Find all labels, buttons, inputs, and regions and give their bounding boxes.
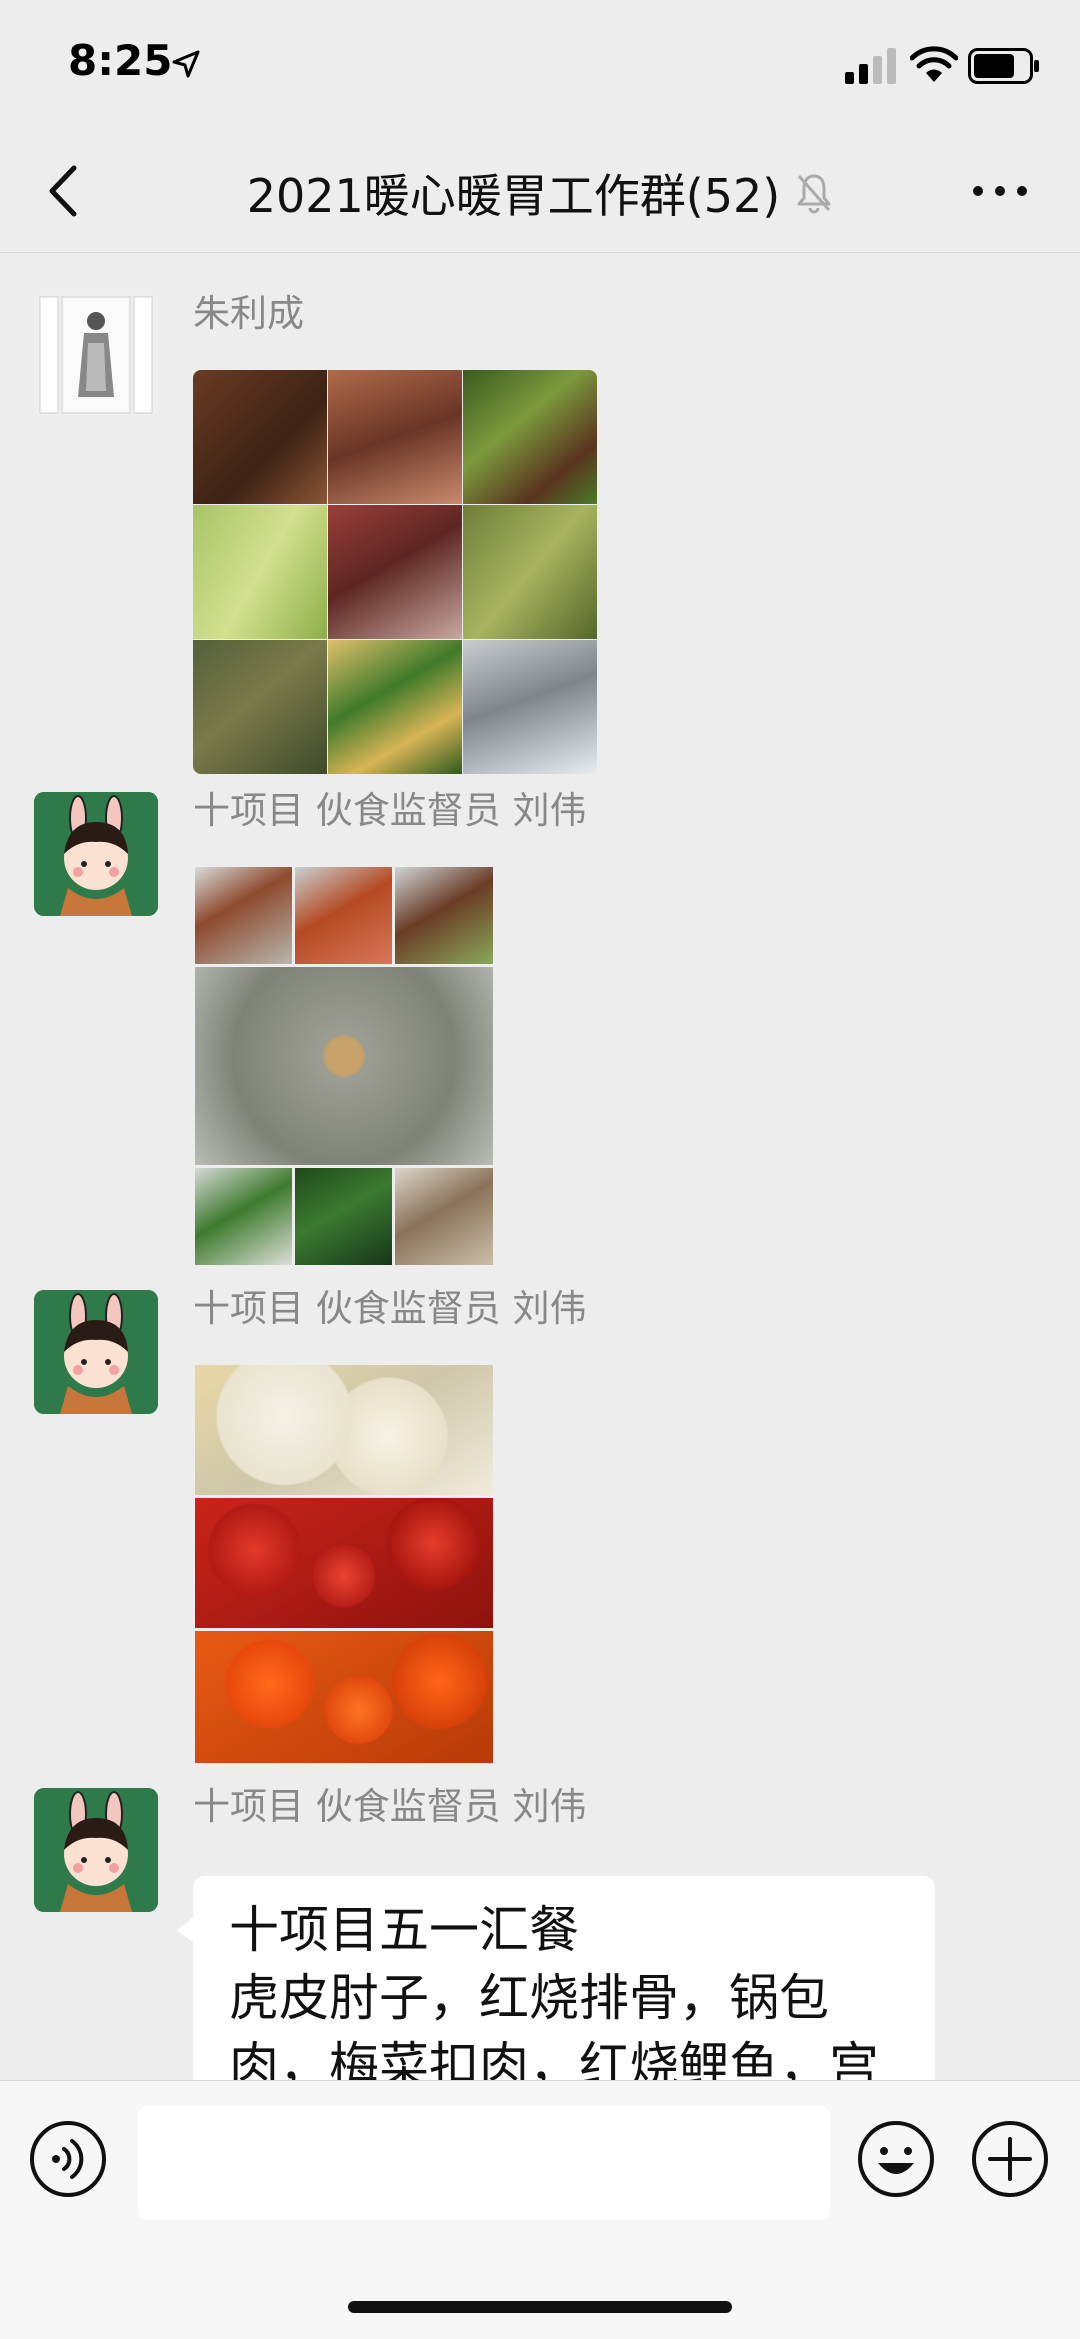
message-text: 十项目五一汇餐 虎皮肘子，红烧排骨，锅包肉，梅菜扣肉，红烧鲤鱼，宫保鸡丁，清炒木…	[229, 1901, 879, 2081]
photo-tile	[295, 867, 392, 964]
home-indicator	[348, 2301, 732, 2313]
photo-tile	[463, 640, 597, 774]
chat-title-area: 2021暖心暖胃工作群(52)	[150, 160, 930, 226]
cellular-signal-icon	[845, 48, 896, 84]
sender-name: 十项目 伙食监督员 刘伟	[193, 789, 587, 832]
avatar[interactable]	[34, 1290, 158, 1414]
photo-tile	[195, 967, 493, 1165]
battery-icon	[968, 48, 1039, 84]
photo-tile	[463, 370, 597, 504]
photo-tile	[193, 505, 327, 639]
food-photo-collage[interactable]	[195, 867, 493, 1265]
photo-tile	[328, 505, 462, 639]
text-message-bubble[interactable]: 十项目五一汇餐 虎皮肘子，红烧排骨，锅包肉，梅菜扣肉，红烧鲤鱼，宫保鸡丁，清炒木…	[177, 1876, 935, 2081]
message-input[interactable]	[138, 2106, 830, 2220]
status-bar: 8:25	[0, 0, 1080, 130]
cartoon-bunny-avatar-image	[34, 792, 158, 916]
avatar[interactable]	[34, 293, 158, 417]
photo-tile	[195, 867, 292, 964]
more-options-icon[interactable]	[970, 176, 1030, 206]
avatar[interactable]	[34, 792, 158, 916]
sender-name: 朱利成	[193, 292, 304, 335]
photo-tile	[328, 640, 462, 774]
photo-tile	[193, 370, 327, 504]
food-photo-collage[interactable]	[193, 370, 597, 774]
status-time: 8:25	[68, 36, 173, 85]
sender-name: 十项目 伙食监督员 刘伟	[193, 1287, 587, 1330]
muted-bell-icon	[797, 174, 831, 214]
plus-icon[interactable]	[970, 2119, 1050, 2199]
photo-tile	[395, 1168, 493, 1265]
bubble-tail	[177, 1916, 195, 1944]
scroll-painting-avatar-image	[34, 293, 158, 417]
photo-tile	[195, 1365, 493, 1495]
message-list[interactable]: 朱利成 十项目 伙食监督员 刘伟 十项目 伙食监督员 刘伟 十项目 伙食监督员 …	[0, 253, 1080, 2081]
photo-tile	[193, 640, 327, 774]
photo-tile	[395, 867, 493, 964]
chat-input-bar	[0, 2080, 1080, 2339]
chat-title: 2021暖心暖胃工作群(52)	[246, 169, 781, 223]
back-arrow-icon[interactable]	[40, 160, 90, 222]
photo-tile	[463, 505, 597, 639]
photo-tile	[295, 1168, 392, 1265]
photo-tile	[328, 370, 462, 504]
photo-tile	[195, 1168, 292, 1265]
photo-tile	[195, 1631, 493, 1763]
chat-header: 2021暖心暖胃工作群(52)	[0, 130, 1080, 253]
cartoon-bunny-avatar-image	[34, 1290, 158, 1414]
location-arrow-icon	[172, 50, 200, 78]
wifi-icon	[910, 46, 958, 82]
avatar[interactable]	[34, 1788, 158, 1912]
sender-name: 十项目 伙食监督员 刘伟	[193, 1785, 587, 1828]
food-photo-collage[interactable]	[195, 1365, 493, 1763]
photo-tile	[195, 1498, 493, 1628]
cartoon-bunny-avatar-image	[34, 1788, 158, 1912]
voice-input-icon[interactable]	[28, 2119, 108, 2199]
emoji-icon[interactable]	[856, 2119, 936, 2199]
